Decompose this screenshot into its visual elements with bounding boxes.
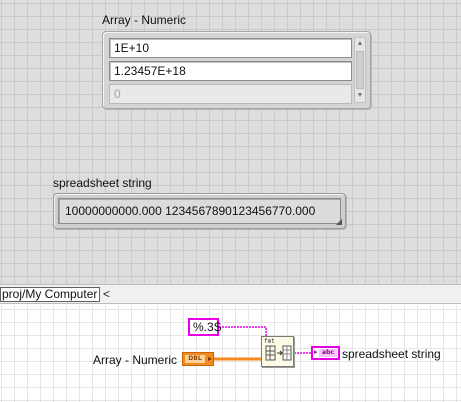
block-diagram: %.3S Array - Numeric DBL ▸ fmt ▸ abc spr…: [0, 305, 461, 402]
array-element-1[interactable]: 1.23457E+18: [109, 61, 352, 81]
array-numeric-label: Array - Numeric: [102, 13, 187, 27]
array-element-0[interactable]: 1E+10: [109, 38, 352, 58]
array-numeric-terminal[interactable]: DBL ▸: [182, 352, 214, 366]
format-string-constant[interactable]: %.3S: [188, 318, 222, 336]
array-scrollbar[interactable]: ▲ ▼: [354, 37, 366, 103]
array-element-2[interactable]: 0: [109, 84, 352, 104]
scroll-down-icon[interactable]: ▼: [355, 91, 365, 101]
scroll-left-icon[interactable]: <: [103, 286, 110, 302]
terminal-arrow-icon: ▸: [314, 349, 318, 356]
array-to-spreadsheet-string-function[interactable]: fmt: [261, 336, 294, 367]
scroll-up-icon[interactable]: ▲: [355, 39, 365, 49]
spreadsheet-string-terminal[interactable]: ▸ abc: [311, 346, 340, 360]
resize-grip-icon[interactable]: ◢: [336, 217, 342, 226]
spreadsheet-icon: [265, 345, 292, 361]
scroll-thumb[interactable]: [356, 51, 364, 89]
string-type-badge: abc: [319, 349, 337, 357]
string-terminal-label: spreadsheet string: [342, 347, 441, 361]
front-panel: Array - Numeric 1E+10 1.23457E+18 0 ▲ ▼ …: [0, 0, 461, 284]
status-bar: proj/My Computer <: [0, 284, 461, 304]
array-numeric-control[interactable]: 1E+10 1.23457E+18 0 ▲ ▼: [102, 31, 371, 109]
context-help-path[interactable]: proj/My Computer: [0, 287, 101, 302]
dbl-type-badge: DBL: [185, 355, 205, 363]
spreadsheet-string-indicator: 10000000000.000 1234567890123456770.000 …: [53, 193, 346, 229]
string-wire-format[interactable]: [219, 326, 267, 343]
array-terminal-label: Array - Numeric: [93, 353, 178, 367]
terminal-arrow-icon: ▸: [207, 354, 212, 363]
spreadsheet-string-value: 10000000000.000 1234567890123456770.000: [58, 198, 341, 224]
spreadsheet-string-label: spreadsheet string: [53, 176, 152, 190]
